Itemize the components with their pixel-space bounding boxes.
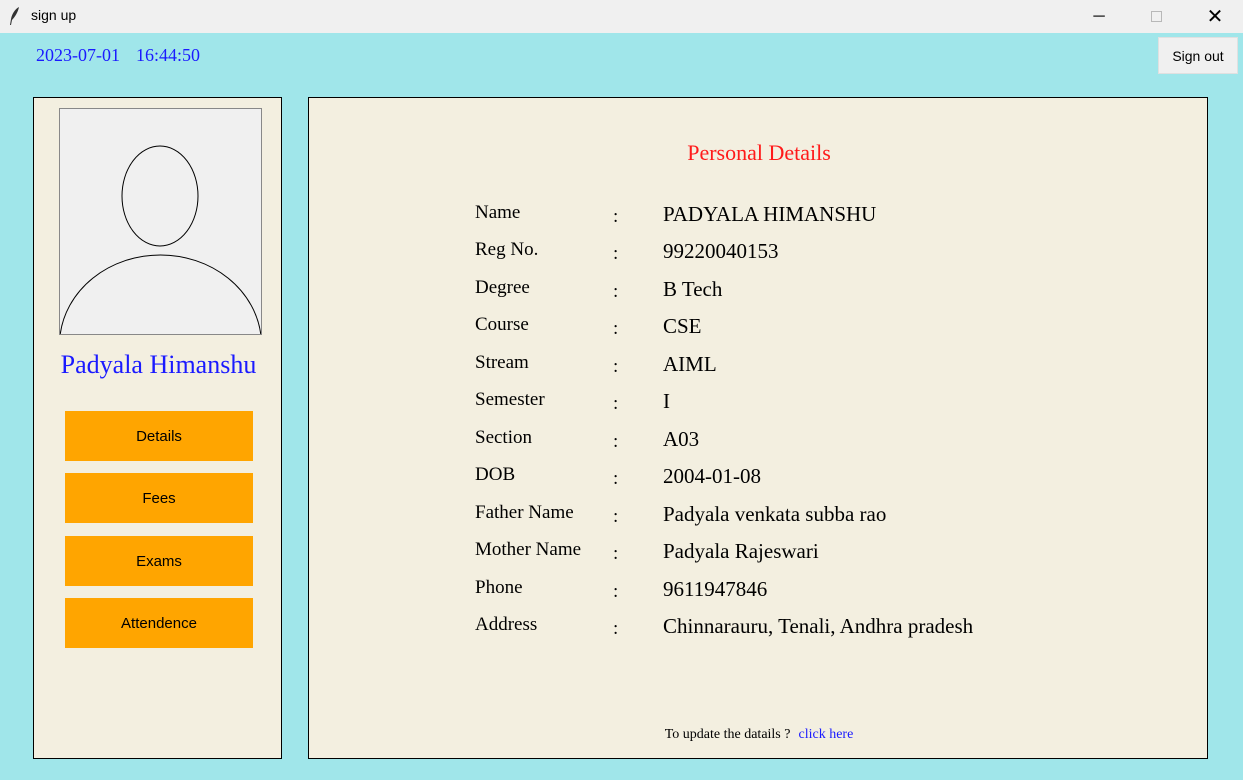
detail-label: Section [475,427,532,448]
detail-value: AIML [663,352,717,376]
detail-separator: : [613,356,619,377]
maximize-button[interactable] [1133,0,1179,33]
detail-label: Mother Name [475,539,582,560]
detail-value: CSE [663,314,702,338]
detail-separator: : [613,506,619,527]
detail-row-reg-no: Reg No. : 99220040153 [309,239,1209,269]
detail-label: Phone [475,577,523,598]
detail-row-stream: Stream : AIML [309,352,1209,382]
update-details-footer: To update the datails ? click here [309,727,1209,743]
detail-separator: : [613,318,619,339]
user-silhouette-icon [59,108,262,335]
detail-row-degree: Degree : B Tech [309,277,1209,307]
window-title: sign up [31,7,77,23]
section-title: Personal Details [687,140,831,165]
datetime-display: 2023-07-01 16:44:50 [36,45,200,66]
details-button[interactable]: Details [65,411,253,461]
detail-label: Course [475,314,529,335]
title-bar: sign up ─ ✕ [0,0,1243,33]
detail-row-course: Course : CSE [309,314,1209,344]
detail-separator: : [613,243,619,264]
detail-separator: : [613,468,619,489]
detail-value: B Tech [663,277,723,301]
detail-separator: : [613,618,619,639]
date-text: 2023-07-01 [36,45,120,65]
detail-row-dob: DOB : 2004-01-08 [309,464,1209,494]
exams-button[interactable]: Exams [65,536,253,586]
detail-label: Degree [475,277,530,298]
maximize-icon [1150,11,1162,22]
detail-label: Father Name [475,502,574,523]
detail-row-mother-name: Mother Name : Padyala Rajeswari [309,539,1209,569]
detail-value: Padyala venkata subba rao [663,502,887,526]
detail-value: A03 [663,427,700,451]
update-link[interactable]: click here [798,727,853,742]
detail-value: Chinnarauru, Tenali, Andhra pradesh [663,614,974,638]
profile-sidebar: Padyala Himanshu Details Fees Exams Atte… [33,97,282,759]
detail-separator: : [613,581,619,602]
detail-separator: : [613,206,619,227]
detail-row-phone: Phone : 9611947846 [309,577,1209,607]
update-prompt: To update the datails ? [664,727,791,742]
detail-value: I [663,389,670,413]
sign-out-button[interactable]: Sign out [1158,37,1238,74]
detail-row-semester: Semester : I [309,389,1209,419]
detail-label: Stream [475,352,529,373]
fees-button[interactable]: Fees [65,473,253,523]
detail-value: 99220040153 [663,239,779,263]
detail-row-address: Address : Chinnarauru, Tenali, Andhra pr… [309,614,1209,644]
attendence-button[interactable]: Attendence [65,598,253,648]
detail-label: Semester [475,389,545,410]
detail-separator: : [613,543,619,564]
detail-value: 2004-01-08 [663,464,761,488]
detail-row-father-name: Father Name : Padyala venkata subba rao [309,502,1209,532]
close-button[interactable]: ✕ [1192,0,1238,33]
detail-separator: : [613,393,619,414]
detail-label: Name [475,202,521,223]
detail-value: Padyala Rajeswari [663,539,819,563]
detail-value: 9611947846 [663,577,768,601]
personal-details-panel: Personal Details Name : PADYALA HIMANSHU… [308,97,1208,759]
detail-separator: : [613,431,619,452]
detail-value: PADYALA HIMANSHU [663,202,877,226]
detail-separator: : [613,281,619,302]
detail-label: Reg No. [475,239,539,260]
profile-name: Padyala Himanshu [60,350,257,379]
detail-label: Address [475,614,538,635]
detail-label: DOB [475,464,516,485]
minimize-button[interactable]: ─ [1076,0,1122,33]
feather-icon [10,7,19,25]
time-text: 16:44:50 [136,45,201,65]
detail-row-section: Section : A03 [309,427,1209,457]
detail-row-name: Name : PADYALA HIMANSHU [309,202,1209,232]
